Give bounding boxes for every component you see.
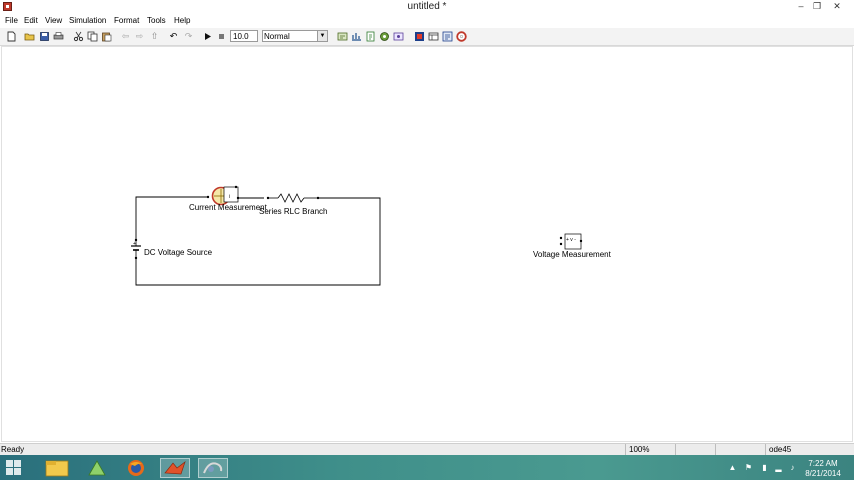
clock-time[interactable]: 7:22 AM	[800, 459, 846, 468]
menu-view[interactable]: View	[45, 14, 62, 27]
minimize-button[interactable]: –	[793, 0, 809, 13]
voltage-measurement-label: Voltage Measurement	[533, 250, 611, 259]
status-cell-empty	[675, 444, 715, 455]
show-hidden-icons-icon[interactable]: ▲	[728, 463, 737, 472]
chevron-down-icon[interactable]: ▼	[317, 31, 327, 41]
stop-time-input[interactable]: 10.0	[230, 30, 258, 42]
series-rlc-branch-block	[266, 193, 320, 203]
model-explorer-icon[interactable]	[365, 31, 376, 42]
back-arrow-icon[interactable]: ⇦	[120, 31, 131, 42]
debugger-icon[interactable]	[393, 31, 404, 42]
new-model-icon[interactable]	[6, 31, 17, 42]
cut-icon[interactable]	[73, 31, 84, 42]
open-folder-icon[interactable]	[24, 31, 35, 42]
current-measurement-label: Current Measurement	[189, 203, 267, 212]
menu-format[interactable]: Format	[114, 14, 139, 27]
close-button[interactable]: ✕	[829, 0, 845, 13]
simulation-mode-value: Normal	[264, 32, 290, 41]
toolbar: ⇦ ⇨ ⇧ ↶ ↷ 10.0 Normal ▼	[0, 28, 854, 46]
zoom-level: 100%	[625, 444, 675, 455]
configuration-icon[interactable]	[442, 31, 453, 42]
status-cell-empty	[715, 444, 765, 455]
print-icon[interactable]	[53, 31, 64, 42]
taskbar: ▲ ⚑ ▮ ▂ ♪ 7:22 AM 8/21/2014	[0, 455, 854, 480]
update-diagram-icon[interactable]	[351, 31, 362, 42]
dc-voltage-source-block: +	[131, 238, 141, 260]
series-rlc-branch-label: Series RLC Branch	[259, 207, 328, 216]
voltage-measurement-symbol: + v -	[566, 237, 576, 243]
svg-text:i: i	[229, 194, 230, 200]
redo-icon[interactable]: ↷	[183, 31, 194, 42]
clock-date[interactable]: 8/21/2014	[800, 469, 846, 478]
menu-edit[interactable]: Edit	[24, 14, 38, 27]
windows-start-icon[interactable]	[6, 460, 22, 475]
circuit-diagram: + i	[131, 185, 583, 286]
run-simulation-icon[interactable]	[202, 31, 213, 42]
paste-icon[interactable]	[101, 31, 112, 42]
svg-text:+: +	[133, 241, 136, 247]
file-explorer-icon[interactable]	[42, 458, 72, 478]
status-message: Ready	[1, 445, 25, 454]
libraries-icon[interactable]	[82, 458, 112, 478]
model-advisor-icon[interactable]	[414, 31, 425, 42]
menu-bar: File Edit View Simulation Format Tools H…	[0, 14, 854, 27]
volume-icon[interactable]: ♪	[788, 463, 797, 472]
matlab-taskbar-button[interactable]	[160, 458, 190, 478]
simulation-mode-select[interactable]: Normal ▼	[262, 30, 328, 42]
current-measurement-block: i	[206, 185, 240, 206]
menu-tools[interactable]: Tools	[147, 14, 166, 27]
copy-icon[interactable]	[87, 31, 98, 42]
model-browser-icon[interactable]	[428, 31, 439, 42]
up-level-icon[interactable]: ⇧	[149, 31, 160, 42]
maximize-button[interactable]: ❐	[809, 0, 825, 13]
battery-icon[interactable]: ▮	[760, 463, 769, 472]
title-bar: untitled * – ❐ ✕	[0, 0, 854, 14]
model-canvas[interactable]: + i + v - Current Measurement Series RLC…	[1, 46, 853, 442]
dc-voltage-source-label: DC Voltage Source	[144, 248, 213, 257]
undo-icon[interactable]: ↶	[168, 31, 179, 42]
forward-arrow-icon[interactable]: ⇨	[134, 31, 145, 42]
action-center-flag-icon[interactable]: ⚑	[744, 463, 753, 472]
firefox-icon[interactable]	[121, 458, 151, 478]
stop-simulation-icon[interactable]	[216, 31, 227, 42]
network-icon[interactable]: ▂	[774, 463, 783, 472]
simulink-taskbar-button[interactable]	[198, 458, 228, 478]
menu-file[interactable]: File	[5, 14, 18, 27]
build-icon[interactable]	[337, 31, 348, 42]
library-browser-icon[interactable]	[379, 31, 390, 42]
matlab-icon	[164, 461, 186, 475]
save-icon[interactable]	[39, 31, 50, 42]
menu-simulation[interactable]: Simulation	[69, 14, 106, 27]
window-title: untitled *	[407, 1, 447, 12]
solver-name: ode45	[765, 444, 854, 455]
help-lifesaver-icon[interactable]	[456, 31, 467, 42]
menu-help[interactable]: Help	[174, 14, 190, 27]
simulink-icon	[203, 462, 223, 474]
